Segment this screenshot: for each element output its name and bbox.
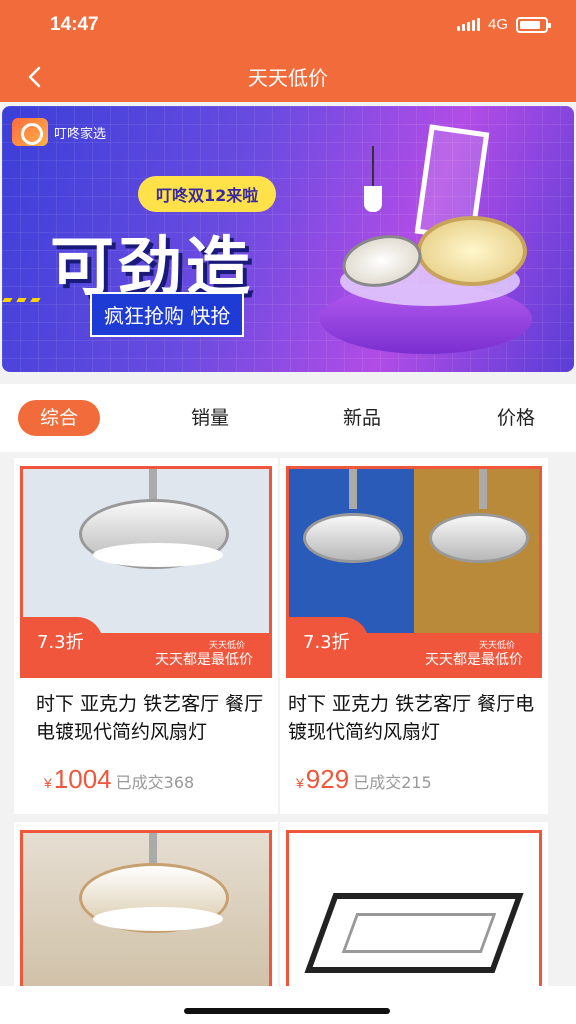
sold-count: 已成交215 xyxy=(353,773,432,792)
currency-symbol: ¥ xyxy=(296,775,304,791)
product-card[interactable] xyxy=(14,822,278,1024)
product-card[interactable]: 天天低价 天天都是最低价 7.3折 时下 亚克力 铁艺客厅 餐厅电镀现代简约风扇… xyxy=(14,458,278,814)
discount-badge: 7.3折 xyxy=(23,617,103,669)
status-time: 14:47 xyxy=(50,14,99,35)
battery-icon xyxy=(516,16,551,33)
navbar: 天天低价 xyxy=(0,52,576,102)
ceiling-lamp-graphic xyxy=(417,216,527,286)
brand-icon xyxy=(12,118,48,146)
network-label: 4G xyxy=(487,16,508,33)
price-value: 1004 xyxy=(53,764,112,794)
tab-comprehensive[interactable]: 综合 xyxy=(18,400,100,436)
product-card[interactable]: 天天低价 天天都是最低价 7.3折 时下 亚克力 铁艺客厅 餐厅电镀现代简约风扇… xyxy=(280,458,548,814)
price-value: 929 xyxy=(305,764,350,794)
promo-banner[interactable]: 叮咚家选 叮咚双12来啦 可劲造 疯狂抢购 快抢 xyxy=(2,106,574,372)
brand-name: 叮咚家选 xyxy=(54,126,107,142)
pendant-lamp-graphic xyxy=(364,186,382,212)
tab-price[interactable]: 价格 xyxy=(476,400,556,436)
currency-symbol: ¥ xyxy=(44,775,52,791)
header: 14:47 4G 天天低价 xyxy=(0,0,576,102)
brand-logo: 叮咚家选 xyxy=(12,118,106,146)
pendant-cord xyxy=(372,146,374,186)
tab-sales[interactable]: 销量 xyxy=(170,400,250,436)
sold-count: 已成交368 xyxy=(115,773,195,792)
product-price: ¥1004 已成交368 xyxy=(44,764,194,795)
promo-pill: 叮咚双12来啦 xyxy=(138,176,277,212)
signal-icon xyxy=(456,18,480,31)
product-image[interactable]: 天天低价 天天都是最低价 7.3折 xyxy=(20,466,272,678)
band-text: 天天都是最低价 xyxy=(425,652,523,668)
sort-tabs: 综合 销量 新品 价格 xyxy=(0,384,576,452)
banner-subline: 疯狂抢购 快抢 xyxy=(90,292,245,337)
page-title: 天天低价 xyxy=(248,66,328,90)
discount-badge: 7.3折 xyxy=(289,617,369,669)
product-card[interactable] xyxy=(280,822,548,1024)
band-text: 天天都是最低价 xyxy=(155,652,253,668)
status-icons: 4G xyxy=(456,16,551,33)
home-indicator[interactable] xyxy=(184,1008,390,1014)
product-name[interactable]: 时下 亚克力 铁艺客厅 餐厅电镀现代简约风扇灯 xyxy=(288,690,538,746)
tab-new[interactable]: 新品 xyxy=(322,400,402,436)
product-price: ¥929 已成交215 xyxy=(296,764,432,795)
status-bar: 14:47 4G xyxy=(0,0,576,52)
bottom-area xyxy=(0,986,576,1024)
product-name[interactable]: 时下 亚克力 铁艺客厅 餐厅电镀现代简约风扇灯 xyxy=(36,690,268,746)
product-image[interactable]: 天天低价 天天都是最低价 7.3折 xyxy=(286,466,542,678)
